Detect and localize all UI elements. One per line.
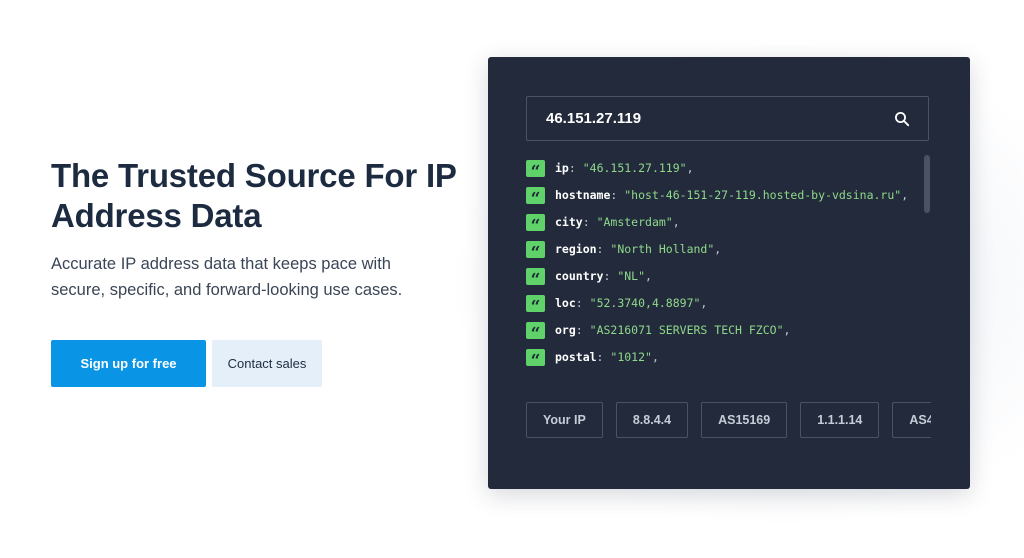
json-colon: : xyxy=(610,188,625,202)
search-icon[interactable] xyxy=(892,109,912,129)
json-comma: , xyxy=(645,269,652,283)
json-scrollbar[interactable] xyxy=(924,155,930,213)
json-key: postal xyxy=(555,350,597,364)
json-value: "46.151.27.119" xyxy=(582,161,687,175)
hero-subtext: Accurate IP address data that keeps pace… xyxy=(51,255,403,299)
json-value: "1012" xyxy=(610,350,652,364)
quick-lookup-1-1-1-14[interactable]: 1.1.1.14 xyxy=(800,402,880,438)
json-key: org xyxy=(555,323,576,337)
quote-icon: “ xyxy=(526,295,545,312)
json-colon: : xyxy=(603,269,618,283)
quote-icon: “ xyxy=(526,268,545,285)
json-field-loc: “ loc: "52.3740,4.8897", xyxy=(526,294,921,313)
json-value: "North Holland" xyxy=(610,242,715,256)
json-key: country xyxy=(555,269,604,283)
quick-lookup-as15169[interactable]: AS15169 xyxy=(701,402,788,438)
json-colon: : xyxy=(596,350,611,364)
quote-icon: “ xyxy=(526,160,545,177)
json-fade-overlay xyxy=(526,365,921,387)
hero-text: The Trusted Source For IP Address Data A… xyxy=(51,156,471,303)
ip-lookup-panel: “ ip: "46.151.27.119", “ hostname: "host… xyxy=(488,57,970,489)
json-field-org: “ org: "AS216071 SERVERS TECH FZCO", xyxy=(526,321,921,340)
ip-search-box[interactable] xyxy=(526,96,929,141)
json-colon: : xyxy=(582,215,597,229)
quote-icon: “ xyxy=(526,349,545,366)
quote-icon: “ xyxy=(526,187,545,204)
json-colon: : xyxy=(575,323,590,337)
json-key: city xyxy=(555,215,583,229)
json-output: “ ip: "46.151.27.119", “ hostname: "host… xyxy=(526,159,921,387)
page-title: The Trusted Source For IP Address Data xyxy=(51,156,471,236)
json-field-ip: “ ip: "46.151.27.119", xyxy=(526,159,921,178)
cta-row: Sign up for free Contact sales xyxy=(51,340,322,387)
json-value: "host-46-151-27-119.hosted-by-vdsina.ru" xyxy=(624,188,902,202)
headline-line-2: Address Data xyxy=(51,197,262,234)
json-field-country: “ country: "NL", xyxy=(526,267,921,286)
json-value: "52.3740,4.8897" xyxy=(589,296,701,310)
quick-lookup-your-ip[interactable]: Your IP xyxy=(526,402,603,438)
json-colon: : xyxy=(596,242,611,256)
quick-lookup-as4515[interactable]: AS4515 xyxy=(892,402,931,438)
json-comma: , xyxy=(901,188,909,202)
json-comma: , xyxy=(672,215,680,229)
sign-up-button[interactable]: Sign up for free xyxy=(51,340,206,387)
quote-icon: “ xyxy=(526,322,545,339)
json-key: loc xyxy=(555,296,576,310)
json-value: "AS216071 SERVERS TECH FZCO" xyxy=(589,323,784,337)
headline-line-1: The Trusted Source For IP xyxy=(51,157,457,194)
json-value: "NL" xyxy=(617,269,646,283)
json-comma: , xyxy=(651,350,659,364)
quote-icon: “ xyxy=(526,241,545,258)
json-comma: , xyxy=(783,323,791,337)
quote-icon: “ xyxy=(526,214,545,231)
quick-lookup-row: Your IP 8.8.4.4 AS15169 1.1.1.14 AS4515 xyxy=(526,402,931,440)
json-comma: , xyxy=(714,242,722,256)
ip-search-input[interactable] xyxy=(527,109,892,128)
json-colon: : xyxy=(568,161,583,175)
contact-sales-button[interactable]: Contact sales xyxy=(212,340,322,387)
json-colon: : xyxy=(575,296,590,310)
json-key: region xyxy=(555,242,597,256)
json-field-region: “ region: "North Holland", xyxy=(526,240,921,259)
json-field-city: “ city: "Amsterdam", xyxy=(526,213,921,232)
quick-lookup-8-8-4-4[interactable]: 8.8.4.4 xyxy=(615,402,689,438)
json-key: ip xyxy=(555,161,569,175)
json-key: hostname xyxy=(555,188,611,202)
json-value: "Amsterdam" xyxy=(596,215,673,229)
json-field-postal: “ postal: "1012", xyxy=(526,348,921,367)
json-comma: , xyxy=(686,161,694,175)
json-comma: , xyxy=(700,296,708,310)
json-field-hostname: “ hostname: "host-46-151-27-119.hosted-b… xyxy=(526,186,921,205)
